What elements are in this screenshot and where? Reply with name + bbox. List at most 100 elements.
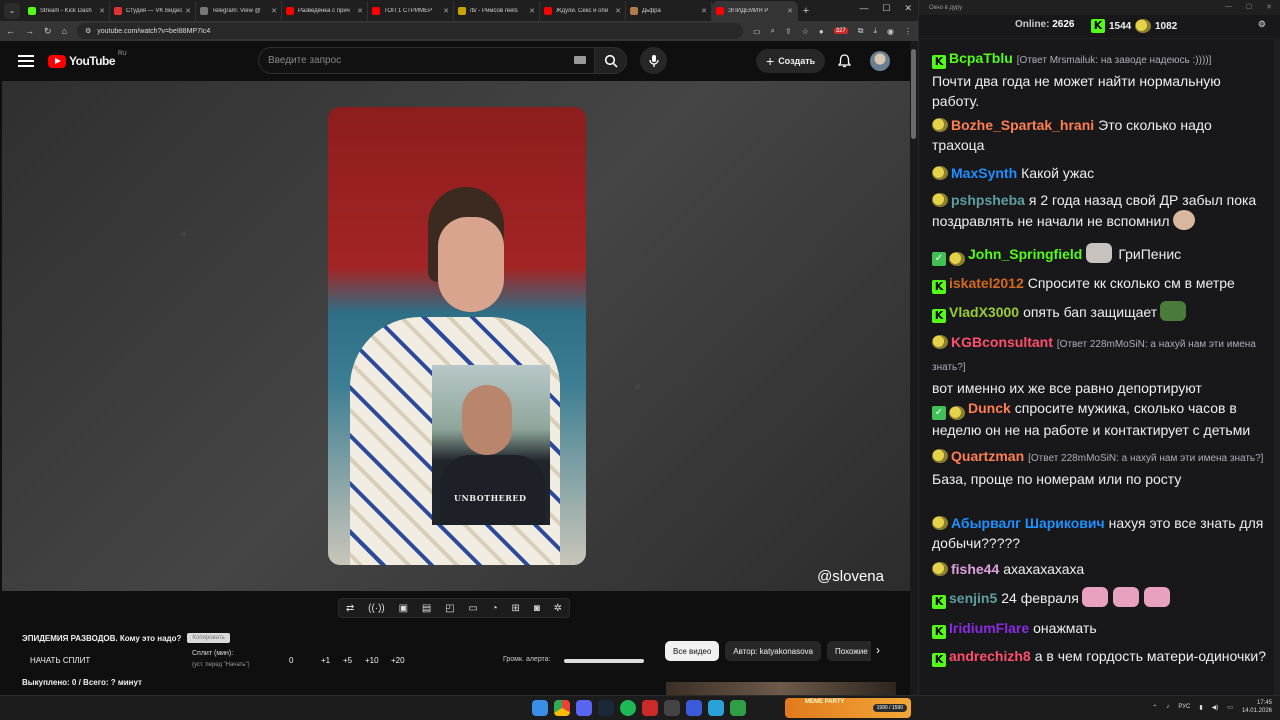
chat-username[interactable]: iskatel2012 [949, 275, 1024, 291]
cast-icon[interactable]: ▭ [753, 27, 761, 36]
tab-close-icon[interactable]: ✕ [357, 7, 363, 15]
tab-close-icon[interactable]: ✕ [529, 7, 535, 15]
page-scrollbar[interactable] [910, 41, 918, 695]
mic-tray-icon[interactable]: ♪ [1166, 704, 1169, 710]
chat-username[interactable]: John_Springfield [968, 246, 1082, 262]
volume-icon[interactable]: ◀) [1212, 704, 1219, 711]
app-green-icon[interactable] [730, 700, 746, 716]
start-icon[interactable] [532, 700, 548, 716]
add-1-button[interactable]: +1 [321, 656, 330, 665]
chat-message[interactable]: Ksenjin5 24 февраля [932, 587, 1267, 609]
chevron-right-icon[interactable]: › [876, 643, 880, 657]
address-bar[interactable]: ⚙ youtube.com/watch?v=beI88MP7Ic4 [76, 23, 743, 39]
browser-tab[interactable]: Разведёнка с прич ✕ [282, 0, 368, 21]
maximize-icon[interactable]: ☐ [1246, 3, 1252, 11]
tab-close-icon[interactable]: ✕ [615, 7, 621, 15]
avatar[interactable] [870, 51, 890, 71]
recommendation-thumbnail[interactable] [666, 682, 896, 695]
gear-icon[interactable]: ⚙ [1258, 19, 1266, 30]
chat-username[interactable]: KGBconsultant [951, 334, 1053, 350]
tab-search-icon[interactable]: ⌄ [4, 2, 20, 19]
media-player-icon[interactable] [686, 700, 702, 716]
bookmark-icon[interactable]: ☆ [802, 27, 809, 36]
tab-close-icon[interactable]: ✕ [99, 7, 105, 15]
chat-username[interactable]: BcpaTblu [949, 50, 1013, 66]
chat-username[interactable]: Dunck [968, 400, 1011, 416]
chat-username[interactable]: VladX3000 [949, 304, 1019, 320]
chat-username[interactable]: pshpsheba [951, 192, 1025, 208]
menu-icon[interactable]: ⋮ [904, 27, 912, 36]
video-player[interactable]: UNBOTHERED @slovena [2, 81, 910, 591]
clock[interactable]: 17:45 14.01.2026 [1242, 699, 1272, 715]
chat-message[interactable]: Quartzman [Ответ 228mMoSiN: а нахуй нам э… [932, 446, 1267, 489]
search-input[interactable]: Введите запрос [258, 47, 595, 74]
back-icon[interactable]: ← [6, 26, 15, 36]
keyboard-icon[interactable] [574, 56, 586, 64]
obs-icon[interactable] [664, 700, 680, 716]
chip-author[interactable]: Автор: katyakonasova [725, 641, 821, 661]
telegram-icon[interactable] [708, 700, 724, 716]
chat-username[interactable]: Bozhe_Spartak_hrani [951, 117, 1094, 133]
close-icon[interactable]: ✕ [1266, 3, 1272, 11]
browser-tab[interactable]: Ждули. Секс и опи ✕ [540, 0, 626, 21]
share-icon[interactable]: ⇪ [785, 27, 792, 36]
copy-button[interactable]: Копировать [187, 633, 230, 643]
search-button[interactable] [595, 47, 627, 74]
tray-chevron-icon[interactable]: ⌃ [1152, 704, 1157, 711]
app-icon[interactable] [642, 700, 658, 716]
chat-scrollbar[interactable] [1274, 38, 1280, 695]
media-widget[interactable]: MEME PARTY 1990 / 1590 [785, 698, 911, 718]
browser-tab[interactable]: Дьфра ✕ [626, 0, 712, 21]
add-20-button[interactable]: +20 [391, 656, 405, 665]
browser-tab[interactable]: Студия — VK Видео ✕ [110, 0, 196, 21]
discord-icon[interactable] [576, 700, 592, 716]
chat-username[interactable]: andrechizh8 [949, 648, 1031, 664]
tab-close-icon[interactable]: ✕ [701, 7, 707, 15]
chat-message[interactable]: K IridiumFlare онажмать [932, 618, 1267, 639]
film-icon[interactable]: ▤ [422, 603, 431, 614]
chat-username[interactable]: IridiumFlare [949, 620, 1029, 636]
tab-close-icon[interactable]: ✕ [443, 7, 449, 15]
chat-message[interactable]: ✓ John_Springfield ГриПенис [932, 243, 1267, 266]
theater-icon[interactable]: ▭ [468, 603, 477, 614]
minimize-icon[interactable]: — [859, 3, 868, 14]
network-icon[interactable]: ▮ [1199, 704, 1202, 711]
start-split-button[interactable]: НАЧАТЬ СПЛИТ [30, 656, 90, 665]
maximize-icon[interactable]: ☐ [882, 3, 890, 14]
tab-close-icon[interactable]: ✕ [271, 7, 277, 15]
chat-message[interactable]: Абырвалг Шарикович нахуя это все знать дл… [932, 513, 1267, 553]
chat-message[interactable]: KGBconsultant [Ответ 228mMoSiN: а нахуй н… [932, 332, 1267, 398]
add-icon[interactable]: ⊞ [512, 603, 520, 614]
chat-message[interactable]: Bozhe_Spartak_hrani Это сколько надо трах… [932, 115, 1267, 155]
chip-related[interactable]: Похожие [827, 641, 871, 661]
extension-icon[interactable]: ● [819, 27, 824, 36]
reload-icon[interactable]: ↻ [44, 26, 52, 37]
language-indicator[interactable]: РУС [1178, 704, 1190, 710]
chat-message[interactable]: Kandrechizh8 а в чем гордость матери-один… [932, 646, 1267, 667]
browser-tab[interactable]: /b/ - Римсов reels ✕ [454, 0, 540, 21]
close-icon[interactable]: ✕ [904, 3, 912, 14]
download-icon[interactable]: ⤓ [873, 26, 877, 36]
extension-badge[interactable]: 327 [833, 28, 848, 34]
alert-volume-slider[interactable] [564, 659, 644, 663]
chat-message[interactable]: pshpsheba я 2 года назад свой ДР забыл по… [932, 190, 1267, 231]
profile-icon[interactable]: ◉ [887, 27, 894, 36]
browser-tab[interactable]: Telegram: View @ ✕ [196, 0, 282, 21]
site-info-icon[interactable]: ⚙ [85, 27, 91, 35]
speed-icon[interactable]: ◔ [492, 603, 498, 614]
chat-message[interactable]: MaxSynth Какой ужас [932, 163, 1267, 183]
notifications-button[interactable] [836, 53, 852, 69]
camera-icon[interactable]: ◙ [534, 603, 540, 614]
add-10-button[interactable]: +10 [365, 656, 379, 665]
puzzle-icon[interactable]: ⧉ [858, 26, 864, 36]
menu-burger-icon[interactable] [18, 55, 34, 67]
split-value[interactable]: 0 [289, 656, 293, 665]
home-icon[interactable]: ⌂ [62, 26, 67, 36]
chrome-icon[interactable] [554, 700, 570, 716]
chat-username[interactable]: senjin5 [949, 590, 997, 606]
youtube-logo[interactable]: YouTube RU [48, 51, 127, 68]
gear-icon[interactable]: ✲ [554, 603, 562, 614]
chip-all-videos[interactable]: Все видео [665, 641, 720, 661]
chat-message[interactable]: fishe44 ахахахахаха [932, 559, 1267, 579]
browser-tab[interactable]: ЭПИДЕМИЯ Р ✕ [712, 0, 798, 21]
